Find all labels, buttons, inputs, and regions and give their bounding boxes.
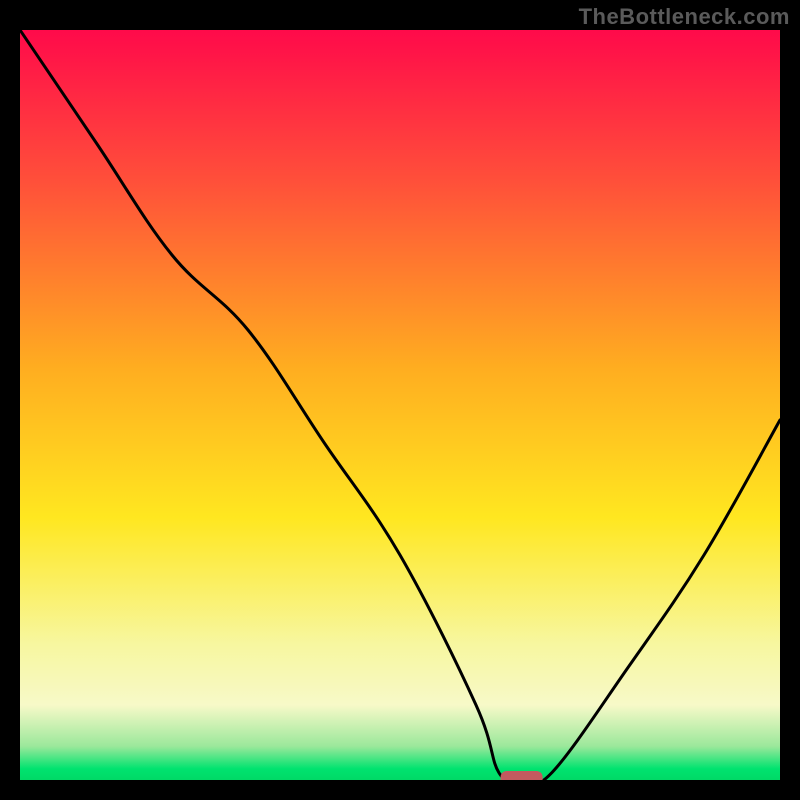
gradient-background [20, 30, 780, 780]
chart-svg [20, 30, 780, 780]
optimal-marker [501, 771, 543, 780]
watermark-text: TheBottleneck.com [579, 4, 790, 30]
chart-frame: TheBottleneck.com [0, 0, 800, 800]
plot-area [20, 30, 780, 780]
